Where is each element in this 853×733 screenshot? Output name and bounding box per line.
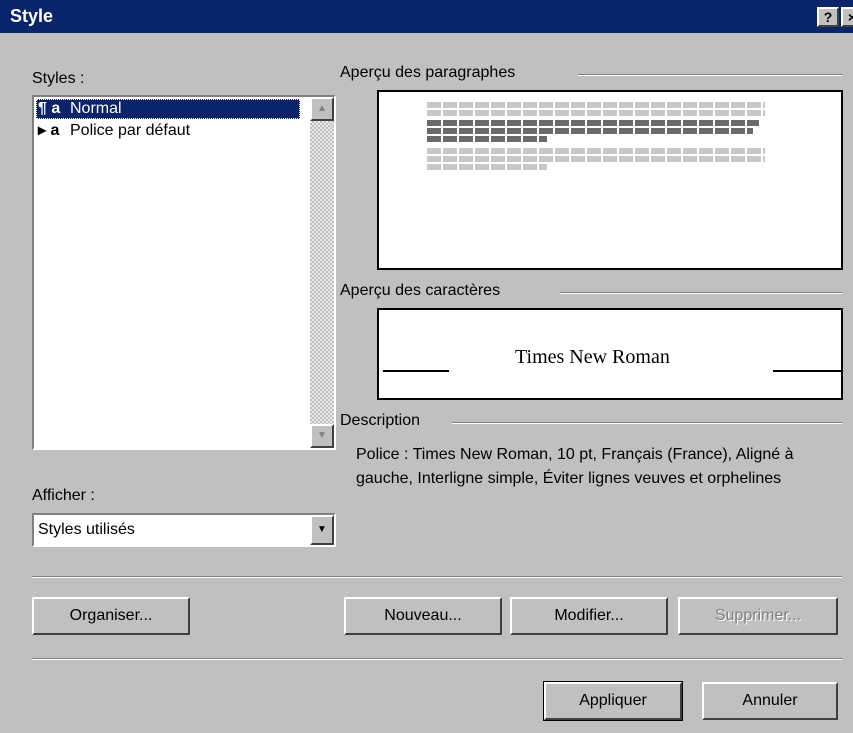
scroll-up-icon[interactable]: ▲ <box>310 97 334 121</box>
group-divider <box>452 422 842 424</box>
description-text: Police : Times New Roman, 10 pt, Françai… <box>356 446 794 487</box>
description-label: Description <box>340 412 421 429</box>
preview-text-line <box>427 120 759 126</box>
preview-text-line <box>427 128 753 134</box>
show-dropdown[interactable]: Styles utilisés ▼ <box>32 513 336 547</box>
window-title: Style <box>10 6 54 26</box>
group-divider <box>578 74 842 76</box>
new-button[interactable]: Nouveau... <box>344 597 502 635</box>
styles-listbox[interactable]: ¶ a Normal ▸ a Police par défaut ▲ ▼ <box>32 95 336 450</box>
character-preview-label: Aperçu des caractères <box>340 282 501 299</box>
show-label: Afficher : <box>32 487 95 504</box>
character-preview: Times New Roman <box>377 308 843 400</box>
paragraph-preview-label: Aperçu des paragraphes <box>340 64 516 81</box>
character-preview-sample: Times New Roman <box>515 346 670 368</box>
list-item-label: Normal <box>70 100 122 117</box>
character-style-icon: ▸ a <box>38 122 60 139</box>
organize-button[interactable]: Organiser... <box>32 597 190 635</box>
preview-underline <box>773 370 841 372</box>
vertical-scrollbar[interactable]: ▲ ▼ <box>310 97 334 448</box>
preview-underline <box>383 370 449 372</box>
show-dropdown-value: Styles utilisés <box>38 521 135 538</box>
preview-text-line <box>427 148 765 154</box>
apply-button[interactable]: Appliquer <box>543 681 683 721</box>
preview-text-line <box>427 164 547 170</box>
separator <box>32 658 842 660</box>
modify-button[interactable]: Modifier... <box>510 597 668 635</box>
paragraph-preview <box>377 90 843 270</box>
list-item-police-par-defaut[interactable]: ▸ a Police par défaut <box>36 121 190 141</box>
preview-text-line <box>427 110 765 116</box>
styles-label: Styles : <box>32 70 85 87</box>
scroll-down-icon[interactable]: ▼ <box>310 424 334 448</box>
preview-text-line <box>427 102 765 108</box>
help-button[interactable]: ? <box>817 7 839 27</box>
separator <box>32 576 842 578</box>
preview-text-line <box>427 136 547 142</box>
group-divider <box>560 292 842 294</box>
close-button[interactable]: × <box>841 7 853 27</box>
preview-text-line <box>427 156 765 162</box>
title-bar: Style ? × <box>0 0 853 33</box>
chevron-down-icon[interactable]: ▼ <box>310 515 334 545</box>
list-item-label: Police par défaut <box>70 122 191 139</box>
cancel-button[interactable]: Annuler <box>702 682 838 720</box>
paragraph-style-icon: ¶ a <box>38 100 61 117</box>
delete-button[interactable]: Supprimer... <box>678 597 838 635</box>
list-item-normal[interactable]: ¶ a Normal <box>36 99 300 119</box>
